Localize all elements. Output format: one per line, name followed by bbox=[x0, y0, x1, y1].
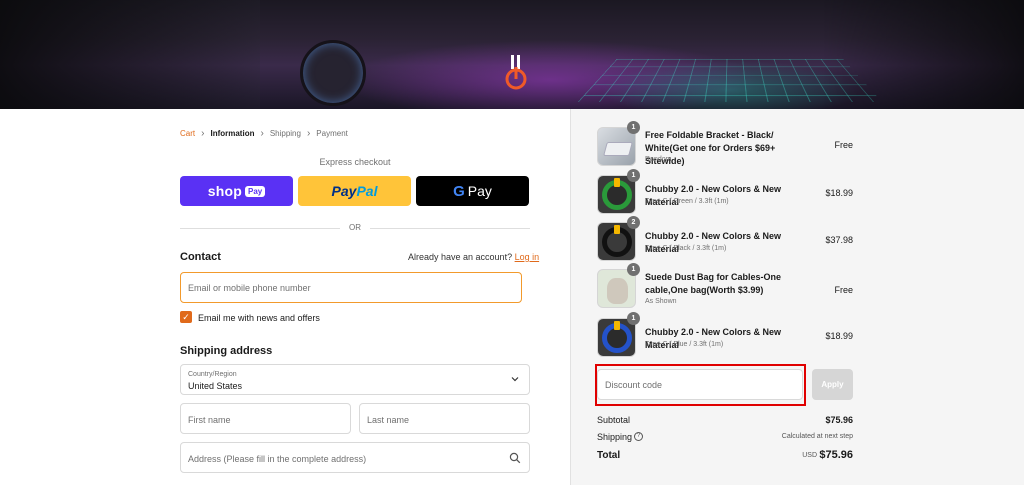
country-label: Country/Region bbox=[188, 371, 237, 378]
item-name: Chubby 2.0 - New Colors & New Material bbox=[645, 327, 782, 350]
line-item: 1 Free Foldable Bracket - Black/ White(G… bbox=[597, 121, 853, 167]
or-label: OR bbox=[349, 223, 361, 232]
express-checkout-label: Express checkout bbox=[319, 157, 391, 167]
country-select[interactable]: Country/Region United States bbox=[180, 364, 530, 395]
item-variant: Type-C / Green / 3.3ft (1m) bbox=[645, 198, 729, 205]
quantity-badge: 1 bbox=[627, 263, 640, 276]
item-price: Free bbox=[834, 285, 853, 295]
paypal-button[interactable]: Pay Pal bbox=[298, 176, 411, 206]
item-variant: Random bbox=[645, 156, 672, 163]
item-variant: As Shown bbox=[645, 298, 677, 305]
subtotal-label: Subtotal bbox=[597, 415, 631, 425]
item-name: Chubby 2.0 - New Colors & New Material bbox=[645, 184, 782, 207]
item-variant: Type-C / Black / 3.3ft (1m) bbox=[645, 245, 727, 252]
paypal-logo-part2: Pal bbox=[356, 183, 378, 199]
account-text: Already have an account? bbox=[408, 252, 513, 262]
first-name-placeholder: First name bbox=[188, 415, 231, 425]
quantity-badge: 1 bbox=[627, 312, 640, 325]
line-item: 1 Chubby 2.0 - New Colors & New Material… bbox=[597, 169, 853, 215]
line-item: 1 Suede Dust Bag for Cables-One cable,On… bbox=[597, 263, 853, 309]
last-name-field[interactable]: Last name bbox=[359, 403, 530, 434]
item-price: Free bbox=[834, 140, 853, 150]
address-field[interactable]: Address (Please fill in the complete add… bbox=[180, 442, 530, 473]
shipping-address-heading: Shipping address bbox=[180, 345, 273, 357]
breadcrumb-cart[interactable]: Cart bbox=[180, 129, 195, 138]
hero-banner bbox=[0, 0, 1024, 109]
chevron-right-icon: › bbox=[306, 128, 311, 139]
breadcrumb-information: Information bbox=[210, 129, 255, 138]
shop-pay-tag: Pay bbox=[245, 185, 266, 197]
check-icon: ✓ bbox=[182, 312, 190, 322]
shop-pay-button[interactable]: shop Pay bbox=[180, 176, 293, 206]
banner-shadow-right bbox=[824, 0, 1024, 109]
line-item: 1 Chubby 2.0 - New Colors & New Material… bbox=[597, 312, 853, 358]
quantity-badge: 1 bbox=[627, 169, 640, 182]
item-variant: Type-C / Blue / 3.3ft (1m) bbox=[645, 341, 724, 348]
question-circle-icon[interactable]: ? bbox=[634, 432, 643, 441]
google-pay-button[interactable]: G Pay bbox=[416, 176, 529, 206]
newsletter-checkbox[interactable]: ✓ bbox=[180, 311, 192, 323]
apply-discount-button[interactable]: Apply bbox=[812, 369, 853, 400]
paypal-logo-part1: Pay bbox=[331, 183, 357, 199]
chevron-down-icon bbox=[511, 377, 519, 382]
last-name-placeholder: Last name bbox=[367, 415, 410, 425]
banner-speaker bbox=[300, 40, 366, 106]
address-placeholder: Address (Please fill in the complete add… bbox=[188, 454, 367, 464]
google-g-icon: G bbox=[453, 182, 465, 200]
account-prompt: Already have an account? Log in bbox=[408, 252, 539, 262]
shipping-value: Calculated at next step bbox=[781, 433, 853, 440]
country-value: United States bbox=[188, 381, 243, 391]
search-icon bbox=[509, 452, 521, 464]
cable-logo-icon[interactable] bbox=[503, 55, 529, 91]
breadcrumb-shipping: Shipping bbox=[269, 129, 301, 138]
total-value: $75.96 bbox=[819, 449, 853, 461]
item-name: Suede Dust Bag for Cables-One cable,One … bbox=[645, 272, 782, 295]
total-label: Total bbox=[597, 450, 621, 461]
banner-shadow-left bbox=[0, 0, 260, 109]
item-price: $18.99 bbox=[825, 188, 853, 198]
google-pay-label: Pay bbox=[467, 183, 492, 199]
or-divider: OR bbox=[180, 222, 530, 234]
shop-pay-logo: shop bbox=[207, 183, 242, 199]
subtotal-value: $75.96 bbox=[825, 415, 853, 425]
breadcrumb-payment: Payment bbox=[316, 129, 348, 138]
currency-code: USD bbox=[802, 452, 817, 459]
discount-code-input[interactable] bbox=[597, 369, 803, 400]
login-link[interactable]: Log in bbox=[515, 252, 540, 262]
breadcrumb: Cart › Information › Shipping › Payment bbox=[180, 128, 348, 139]
item-price: $37.98 bbox=[825, 235, 853, 245]
item-name: Chubby 2.0 - New Colors & New Material bbox=[645, 231, 782, 254]
newsletter-label: Email me with news and offers bbox=[198, 313, 320, 323]
first-name-field[interactable]: First name bbox=[180, 403, 351, 434]
quantity-badge: 1 bbox=[627, 121, 640, 134]
contact-heading: Contact bbox=[180, 251, 221, 263]
chevron-right-icon: › bbox=[260, 128, 264, 139]
email-input[interactable] bbox=[180, 272, 522, 303]
quantity-badge: 2 bbox=[627, 216, 640, 229]
line-item: 2 Chubby 2.0 - New Colors & New Material… bbox=[597, 216, 853, 262]
item-price: $18.99 bbox=[825, 331, 853, 341]
shipping-label: Shipping bbox=[597, 432, 633, 442]
chevron-right-icon: › bbox=[201, 128, 205, 139]
